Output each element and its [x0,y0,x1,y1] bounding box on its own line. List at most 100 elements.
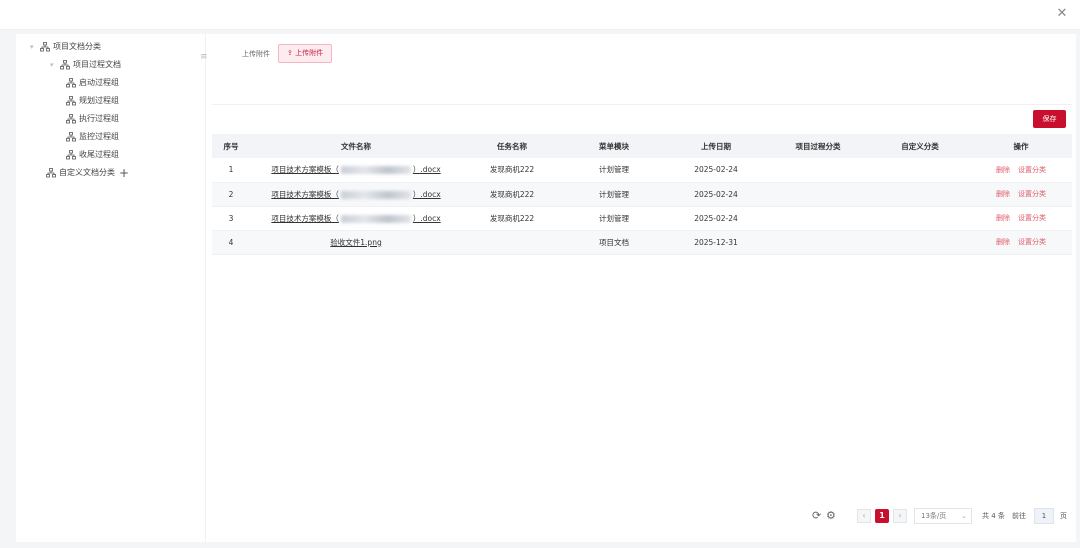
file-name-prefix: 项目技术方案模板（ [271,189,339,199]
page-unit-label: 页 [1060,512,1067,520]
cell-date: 2025-02-24 [666,206,766,231]
page-size-value: 13条/页 [921,512,947,520]
file-link[interactable]: 验收文件1.png [330,238,381,247]
cell-custom-cat [870,206,970,231]
redacted-text [340,214,411,223]
cell-index: 1 [212,158,250,183]
org-tree-icon [66,132,76,142]
set-category-link[interactable]: 设置分类 [1018,190,1046,198]
file-name-suffix: ）.docx [412,189,441,199]
tree-node-root[interactable]: ▾ 项目文档分类 [30,40,101,54]
org-tree-icon [66,114,76,124]
next-page-button[interactable]: › [893,509,907,523]
cell-process-cat [766,206,870,231]
settings-gear-icon[interactable]: ⚙ [826,509,836,522]
tree-node-label: 自定义文档分类 [59,168,115,177]
cell-actions: 删除 设置分类 [970,182,1072,207]
cell-index: 2 [212,182,250,207]
cell-filename: 项目技术方案模板（ ）.docx [250,182,462,207]
cell-date: 2025-12-31 [666,230,766,255]
save-button[interactable]: 保存 [1033,110,1066,128]
file-name-prefix: 验收文件1.png [330,237,382,247]
cell-process-cat [766,230,870,255]
top-bar: ✕ [0,0,1080,30]
caret-down-icon[interactable]: ▾ [30,40,40,54]
delete-link[interactable]: 删除 [996,166,1010,174]
refresh-icon[interactable]: ⟳ [812,509,821,522]
cell-process-cat [766,182,870,207]
delete-link[interactable]: 删除 [996,190,1010,198]
cell-actions: 删除 设置分类 [970,206,1072,231]
cell-task [462,230,562,255]
file-link[interactable]: 项目技术方案模板（ ）.docx [271,213,441,223]
cell-filename: 验收文件1.png [250,230,462,255]
table-row: 1 项目技术方案模板（ ）.docx 发现商机222 计划管理 2025-02-2… [212,158,1072,183]
upload-attachment-button[interactable]: ⇪ 上传附件 [278,44,333,63]
cell-filename: 项目技术方案模板（ ）.docx [250,206,462,231]
goto-page-input[interactable]: 1 [1034,508,1054,524]
redacted-text [340,190,411,199]
cell-module: 计划管理 [562,182,666,207]
delete-link[interactable]: 删除 [996,214,1010,222]
col-header-actions: 操作 [970,134,1072,158]
cell-index: 3 [212,206,250,231]
col-header-task: 任务名称 [462,134,562,158]
redacted-text [340,166,411,175]
cell-filename: 项目技术方案模板（ ）.docx [250,158,462,183]
pagination: ⟳ ⚙ ‹ 1 › 13条/页 ⌄ 共 4 条 前往 1 页 [212,508,1072,526]
cell-task: 发现商机222 [462,158,562,183]
collapse-panel-icon[interactable]: ≡ [200,52,208,62]
set-category-link[interactable]: 设置分类 [1018,214,1046,222]
tree-node-custom[interactable]: 自定义文档分类 + [46,166,129,180]
file-name-suffix: ）.docx [412,213,441,223]
cell-module: 计划管理 [562,158,666,183]
close-icon[interactable]: ✕ [1054,6,1070,22]
cell-date: 2025-02-24 [666,158,766,183]
file-name-prefix: 项目技术方案模板（ [271,213,339,223]
page-size-select[interactable]: 13条/页 ⌄ [914,508,972,524]
col-header-date: 上传日期 [666,134,766,158]
cell-date: 2025-02-24 [666,182,766,207]
file-link[interactable]: 项目技术方案模板（ ）.docx [271,165,441,175]
org-tree-icon [66,78,76,88]
cell-actions: 删除 设置分类 [970,230,1072,255]
tree-node-label: 监控过程组 [79,132,119,141]
tree-node-label: 项目文档分类 [53,42,101,51]
tree-node-label: 收尾过程组 [79,150,119,159]
set-category-link[interactable]: 设置分类 [1018,166,1046,174]
table-row: 4 验收文件1.png 项目文档 2025-12-31 删除 设置分类 [212,230,1072,255]
set-category-link[interactable]: 设置分类 [1018,238,1046,246]
doc-category-tree: ▾ 项目文档分类 ▾ 项目过程文档 启动过程组 规划过程组 执行过程组 监控过程… [16,34,208,542]
cell-custom-cat [870,182,970,207]
tree-node-planning[interactable]: 规划过程组 [66,94,119,108]
file-link[interactable]: 项目技术方案模板（ ）.docx [271,189,441,199]
add-category-icon[interactable]: + [119,166,129,180]
current-page-button[interactable]: 1 [875,509,889,523]
cell-custom-cat [870,230,970,255]
divider [212,104,1072,105]
table-row: 3 项目技术方案模板（ ）.docx 发现商机222 计划管理 2025-02-2… [212,206,1072,231]
cell-task: 发现商机222 [462,182,562,207]
delete-link[interactable]: 删除 [996,238,1010,246]
col-header-module: 菜单模块 [562,134,666,158]
tree-node-initiating[interactable]: 启动过程组 [66,76,119,90]
col-header-custom-cat: 自定义分类 [870,134,970,158]
tree-node-closing[interactable]: 收尾过程组 [66,148,119,162]
tree-node-monitoring[interactable]: 监控过程组 [66,130,119,144]
file-name-suffix: ）.docx [412,165,441,175]
cell-task: 发现商机222 [462,206,562,231]
cell-actions: 删除 设置分类 [970,158,1072,183]
cell-custom-cat [870,158,970,183]
prev-page-button[interactable]: ‹ [857,509,871,523]
tree-node-executing[interactable]: 执行过程组 [66,112,119,126]
tree-node-process-docs[interactable]: ▾ 项目过程文档 [50,58,121,72]
tree-node-label: 执行过程组 [79,114,119,123]
cell-process-cat [766,158,870,183]
chevron-down-icon: ⌄ [961,512,967,520]
org-tree-icon [60,60,70,70]
col-header-index: 序号 [212,134,250,158]
caret-down-icon[interactable]: ▾ [50,58,60,72]
tree-node-label: 规划过程组 [79,96,119,105]
col-header-process-cat: 项目过程分类 [766,134,870,158]
tree-node-label: 启动过程组 [79,78,119,87]
